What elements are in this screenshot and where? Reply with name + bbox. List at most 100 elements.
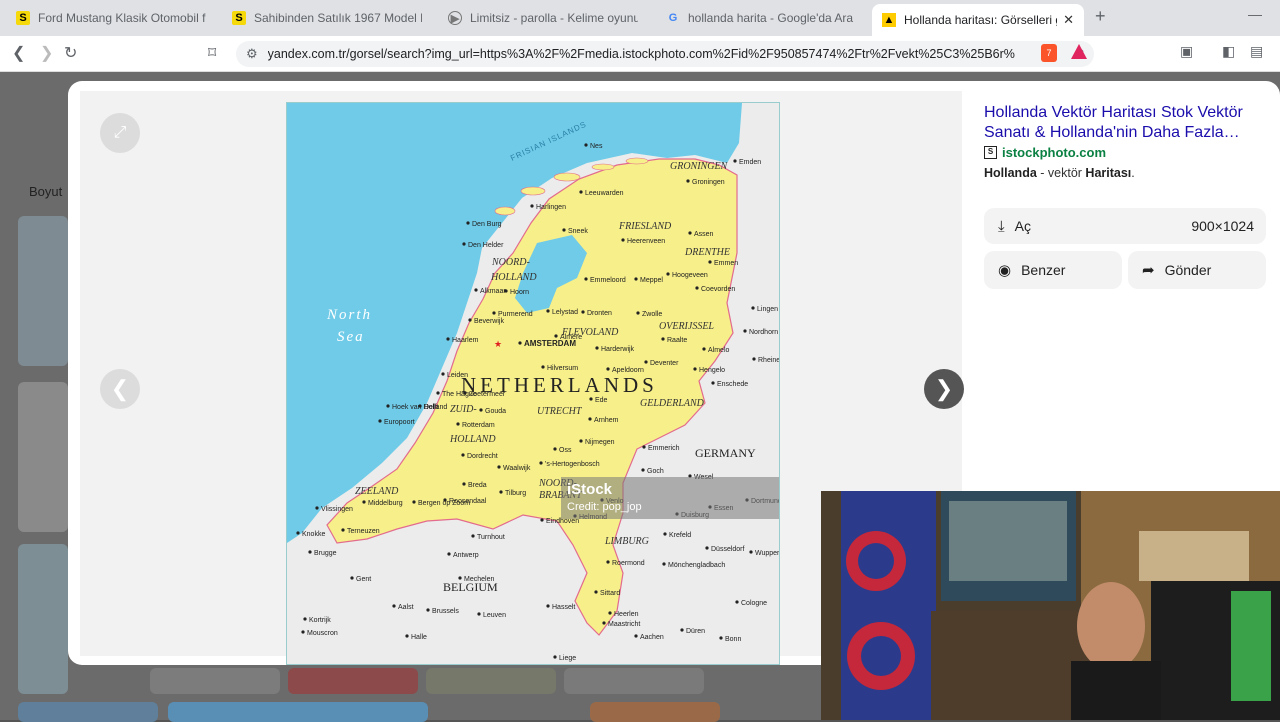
city-dot bbox=[606, 367, 610, 371]
tab-sahibinden[interactable]: S Sahibinden Satılık 1967 Model Km Fo bbox=[222, 4, 432, 32]
city-label: Emmen bbox=[714, 260, 738, 267]
city-label: Groningen bbox=[692, 179, 725, 186]
share-button[interactable]: ➦ Gönder bbox=[1128, 251, 1266, 289]
result-thumbnail[interactable] bbox=[18, 544, 68, 694]
city-label: Emmerich bbox=[648, 445, 680, 452]
source-link[interactable]: S istockphoto.com bbox=[984, 145, 1106, 160]
tab-google-search[interactable]: G hollanda harita - Google'da Ara bbox=[656, 4, 866, 32]
city-dot bbox=[462, 482, 466, 486]
wallet-icon[interactable]: ▤ bbox=[1250, 43, 1263, 60]
city-label: Hoorn bbox=[510, 289, 529, 296]
city-label: Bonn bbox=[725, 636, 741, 643]
back-icon[interactable]: ❮ bbox=[12, 43, 25, 63]
city-label: Halle bbox=[411, 634, 427, 641]
camera-search-icon: ◉ bbox=[998, 262, 1012, 279]
island-shape bbox=[494, 206, 516, 216]
city-label: Raalte bbox=[667, 337, 687, 344]
share-arrow-icon: ➦ bbox=[1142, 262, 1155, 279]
capital-star-icon: ★ bbox=[494, 339, 502, 349]
city-dot bbox=[634, 634, 638, 638]
neighbor-belgium: BELGIUM bbox=[443, 580, 498, 594]
city-label: Zwolle bbox=[642, 311, 662, 318]
result-thumbnail[interactable] bbox=[18, 382, 68, 532]
city-label: Sittard bbox=[600, 590, 620, 597]
new-tab-icon[interactable]: + bbox=[1095, 6, 1106, 27]
city-dot bbox=[362, 500, 366, 504]
result-thumbnail[interactable] bbox=[288, 668, 418, 694]
result-thumbnail[interactable] bbox=[18, 216, 68, 366]
result-thumbnail[interactable] bbox=[168, 702, 428, 722]
city-label: Knokke bbox=[302, 531, 325, 538]
city-dot bbox=[405, 634, 409, 638]
tab-yandex-images[interactable]: ▲ Hollanda haritası: Görselleri görü ✕ bbox=[872, 4, 1084, 36]
image-description: Hollanda - vektör Haritası. bbox=[984, 166, 1135, 180]
city-label: Krefeld bbox=[669, 532, 691, 539]
expand-icon: ⤢ bbox=[113, 124, 127, 141]
similar-images-button[interactable]: ◉ Benzer bbox=[984, 251, 1122, 289]
city-label: Leuven bbox=[483, 612, 506, 619]
city-label: Delft bbox=[424, 404, 438, 411]
city-dot bbox=[447, 552, 451, 556]
brave-rewards-icon[interactable] bbox=[1071, 44, 1087, 59]
city-dot bbox=[418, 404, 422, 408]
city-label: Gent bbox=[356, 576, 371, 583]
city-dot bbox=[702, 347, 706, 351]
city-label: Europoort bbox=[384, 419, 415, 426]
reload-icon[interactable]: ↻ bbox=[64, 43, 77, 63]
city-label: Mouscron bbox=[307, 630, 338, 637]
city-dot bbox=[296, 531, 300, 535]
next-image-button[interactable]: ❯ bbox=[924, 369, 964, 409]
city-dot bbox=[584, 277, 588, 281]
minimize-icon[interactable]: — bbox=[1248, 6, 1262, 22]
bookmark-icon[interactable]: ⌑ bbox=[208, 43, 216, 63]
city-dot bbox=[719, 636, 723, 640]
istock-favicon-icon: S bbox=[984, 146, 997, 159]
city-label: Nijmegen bbox=[585, 439, 615, 446]
city-label: Heerlen bbox=[614, 611, 639, 618]
province-label: HOLLAND bbox=[490, 272, 537, 283]
brave-shield-icon[interactable]: 7 bbox=[1041, 44, 1057, 62]
sahibinden-icon: S bbox=[16, 11, 30, 25]
city-dot bbox=[341, 528, 345, 532]
chevron-left-icon: ❮ bbox=[110, 376, 130, 401]
city-label: Turnhout bbox=[477, 534, 505, 541]
chevron-right-icon: ❯ bbox=[934, 376, 954, 401]
previous-image-button[interactable]: ❮ bbox=[100, 369, 140, 409]
filter-size[interactable]: Boyut bbox=[29, 184, 62, 199]
province-label: FLEVOLAND bbox=[561, 327, 619, 338]
image-resolution: 900×1024 bbox=[1191, 218, 1254, 234]
open-image-button[interactable]: ⤓ Aç 900×1024 bbox=[984, 208, 1266, 244]
city-dot bbox=[688, 231, 692, 235]
result-thumbnail[interactable] bbox=[150, 668, 280, 694]
city-dot bbox=[518, 341, 522, 345]
city-label: Emden bbox=[739, 159, 761, 166]
result-thumbnail[interactable] bbox=[18, 702, 158, 722]
site-settings-icon[interactable]: ⚙ bbox=[246, 46, 258, 62]
city-dot bbox=[315, 506, 319, 510]
city-dot bbox=[705, 546, 709, 550]
city-dot bbox=[479, 408, 483, 412]
city-label: Middelburg bbox=[368, 500, 403, 507]
tab-ford-mustang[interactable]: S Ford Mustang Klasik Otomobil fiyatla bbox=[6, 4, 216, 32]
webcam-overlay bbox=[821, 491, 1280, 720]
close-tab-icon[interactable]: ✕ bbox=[1063, 12, 1074, 28]
result-thumbnail[interactable] bbox=[564, 668, 704, 694]
extensions-icon[interactable]: ▣ bbox=[1180, 43, 1193, 60]
result-thumbnail[interactable] bbox=[426, 668, 556, 694]
map-image[interactable]: Groningen Emden Leeuwarden Harlingen Nes Den … bbox=[286, 102, 780, 665]
sidebar-icon[interactable]: ◧ bbox=[1222, 43, 1235, 60]
city-dot bbox=[634, 277, 638, 281]
tab-parolla[interactable]: ▶ Limitsiz - parolla - Kelime oyunu bbox=[438, 4, 648, 32]
browser-toolbar: ❮ ❯ ↻ ⌑ ⚙ yandex.com.tr/gorsel/search?im… bbox=[0, 36, 1280, 72]
city-dot bbox=[541, 365, 545, 369]
fullscreen-button[interactable]: ⤢ bbox=[100, 113, 140, 153]
desc-part: - vektör bbox=[1036, 166, 1086, 180]
city-label: Düsseldorf bbox=[711, 546, 745, 553]
address-bar[interactable]: ⚙ yandex.com.tr/gorsel/search?img_url=ht… bbox=[236, 41, 1094, 67]
forward-icon[interactable]: ❯ bbox=[40, 43, 53, 63]
city-dot bbox=[562, 228, 566, 232]
result-thumbnail[interactable] bbox=[590, 702, 720, 722]
city-label: Breda bbox=[468, 482, 487, 489]
tab-label: Sahibinden Satılık 1967 Model Km Fo bbox=[254, 11, 422, 25]
image-title-link[interactable]: Hollanda Vektör Haritası Stok Vektör San… bbox=[984, 103, 1254, 143]
